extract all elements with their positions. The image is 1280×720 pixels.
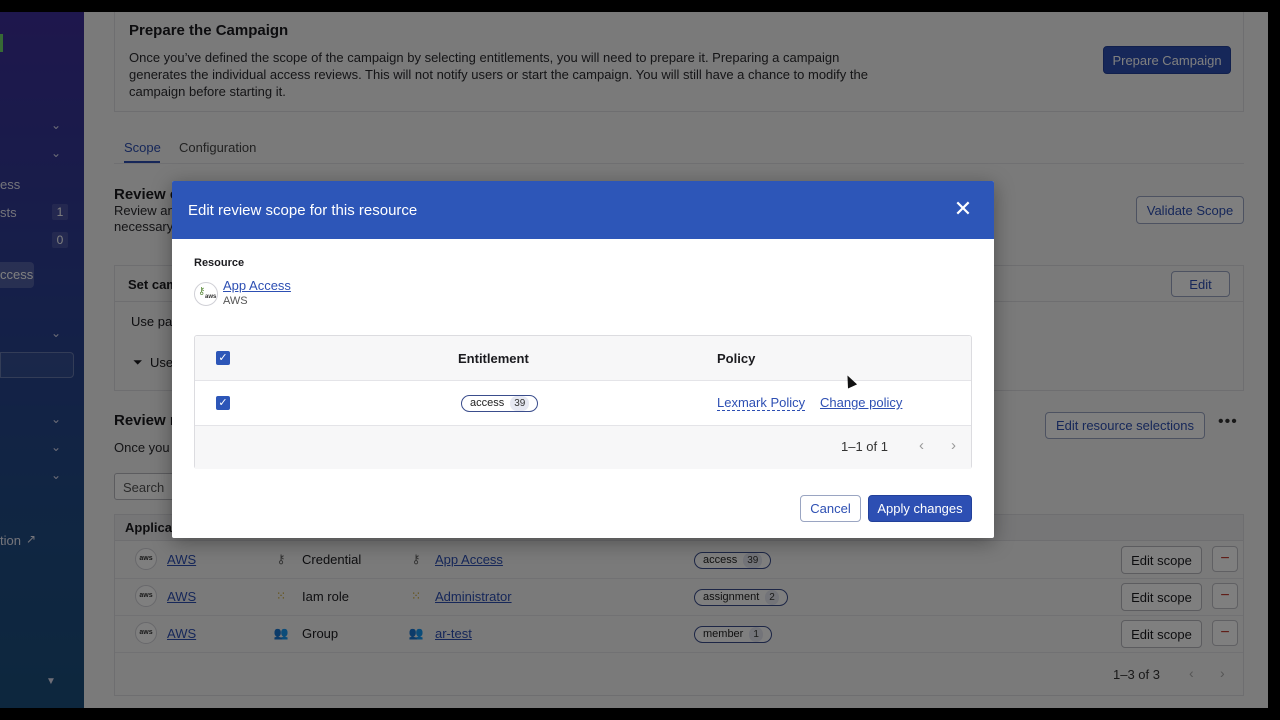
table-pager-text: 1–1 of 1 xyxy=(841,439,888,454)
select-all-checkbox[interactable]: ✓ xyxy=(216,351,230,365)
table-footer: 1–1 of 1 ‹ › xyxy=(195,426,971,469)
chip-label: access xyxy=(470,397,505,409)
prev-page-icon[interactable]: ‹ xyxy=(919,437,924,454)
cancel-button[interactable]: Cancel xyxy=(800,495,861,522)
edit-scope-modal: Edit review scope for this resource ✕ Re… xyxy=(172,181,994,538)
col-policy: Policy xyxy=(717,351,756,366)
col-entitlement: Entitlement xyxy=(458,351,529,366)
table-row: ✓ access 39 Lexmark Policy Change policy xyxy=(195,381,971,426)
resource-icon: ⚷ aws xyxy=(194,282,218,306)
modal-title: Edit review scope for this resource xyxy=(188,202,418,219)
policy-link[interactable]: Lexmark Policy xyxy=(717,395,806,411)
row-checkbox[interactable]: ✓ xyxy=(216,396,230,410)
modal-header: Edit review scope for this resource ✕ xyxy=(172,181,994,239)
apply-changes-button[interactable]: Apply changes xyxy=(868,495,972,522)
resource-label: Resource xyxy=(194,257,245,269)
resource-name-link[interactable]: App Access xyxy=(223,278,291,293)
table-header: ✓ Entitlement Policy xyxy=(195,336,971,381)
entitlement-chip[interactable]: access 39 xyxy=(461,395,539,412)
change-policy-link[interactable]: Change policy xyxy=(820,395,902,410)
resource-app: AWS xyxy=(223,295,248,307)
close-icon[interactable]: ✕ xyxy=(952,198,974,220)
next-page-icon[interactable]: › xyxy=(951,437,956,454)
entitlement-table: ✓ Entitlement Policy ✓ access 39 Lexmark … xyxy=(194,335,972,469)
chip-count: 39 xyxy=(510,396,530,411)
aws-logo-icon: aws xyxy=(205,294,217,300)
